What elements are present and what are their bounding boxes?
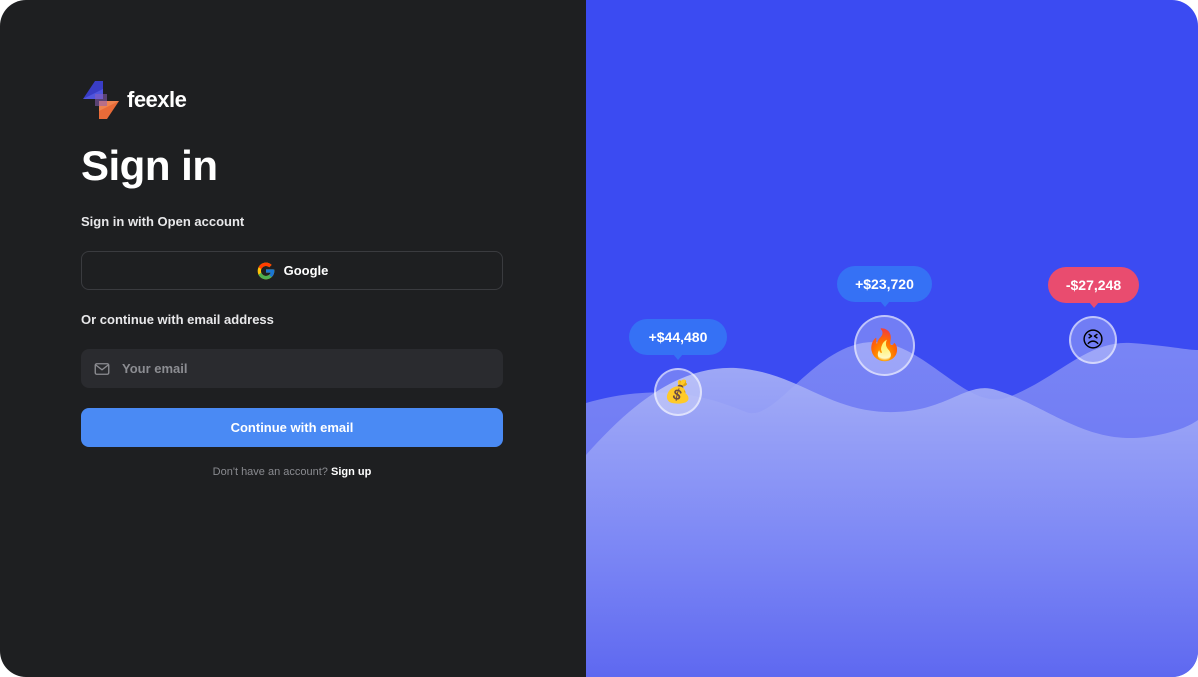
mail-icon [94,362,110,375]
signin-screen: feexle Sign in Sign in with Open account… [0,0,1198,677]
continue-with-email-button[interactable]: Continue with email [81,408,503,447]
logo-mark-icon [83,81,119,119]
google-signin-button[interactable]: Google [81,251,503,290]
gain-bubble: +$23,720 [837,266,932,307]
brand-name: feexle [127,87,187,112]
signin-panel: feexle Sign in Sign in with Open account… [0,0,586,677]
google-icon [257,262,274,279]
email-field[interactable] [81,349,503,388]
email-input[interactable] [122,361,492,376]
loss-bubble: -$27,248 [1048,267,1139,308]
fire-icon: 🔥 [854,315,915,376]
brand-logo: feexle [81,80,187,120]
gain-bubble: +$44,480 [629,319,727,360]
signin-subtitle: Sign in with Open account [81,214,245,229]
google-button-label: Google [283,263,329,278]
or-divider-text: Or continue with email address [81,312,274,327]
persevering-face-icon: 😣 [1069,316,1117,364]
page-title: Sign in [81,142,218,189]
signup-prompt: Don't have an account? Sign up [81,466,503,478]
no-account-text: Don't have an account? [212,466,328,478]
money-bag-icon: 💰 [654,368,702,416]
signup-link[interactable]: Sign up [331,466,371,478]
hero-panel: +$44,480 💰 +$23,720 🔥 -$27,248 😣 [586,0,1198,677]
